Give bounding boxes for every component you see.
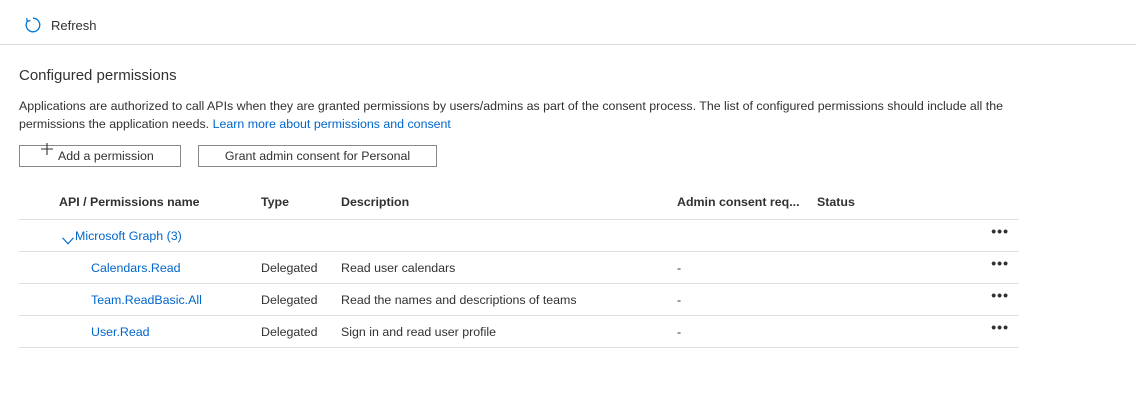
admin-consent-value: - — [677, 293, 682, 307]
refresh-label: Refresh — [51, 17, 97, 33]
column-header-description[interactable]: Description — [341, 195, 409, 209]
table-row: User.Read Delegated Sign in and read use… — [19, 316, 1019, 348]
permission-description: Sign in and read user profile — [341, 325, 496, 339]
permission-description: Read user calendars — [341, 261, 456, 275]
refresh-icon — [24, 16, 42, 34]
permission-name-link[interactable]: User.Read — [91, 325, 150, 339]
table-row: Calendars.Read Delegated Read user calen… — [19, 252, 1019, 284]
refresh-button[interactable]: Refresh — [24, 16, 97, 34]
plus-icon — [40, 142, 54, 159]
section-description: Applications are authorized to call APIs… — [19, 97, 1029, 133]
permission-type: Delegated — [261, 261, 318, 275]
column-header-admin-consent[interactable]: Admin consent req... — [677, 195, 800, 209]
permission-type: Delegated — [261, 293, 318, 307]
more-icon[interactable]: ••• — [991, 319, 1009, 335]
description-text: Applications are authorized to call APIs… — [19, 99, 1003, 131]
permission-type: Delegated — [261, 325, 318, 339]
permission-name-link[interactable]: Calendars.Read — [91, 261, 181, 275]
table-row: Team.ReadBasic.All Delegated Read the na… — [19, 284, 1019, 316]
group-name-link[interactable]: Microsoft Graph (3) — [75, 229, 182, 243]
column-header-status[interactable]: Status — [817, 195, 855, 209]
grant-admin-consent-button[interactable]: Grant admin consent for Personal — [198, 145, 437, 167]
add-permission-button[interactable]: Add a permission — [19, 142, 181, 167]
admin-consent-value: - — [677, 261, 682, 275]
chevron-down-icon[interactable] — [62, 232, 74, 250]
column-header-api-name[interactable]: API / Permissions name — [59, 195, 199, 209]
admin-consent-value: - — [677, 325, 682, 339]
table-header: API / Permissions name Type Description … — [19, 188, 1019, 220]
more-icon[interactable]: ••• — [991, 287, 1009, 303]
more-icon[interactable]: ••• — [991, 223, 1009, 239]
learn-more-link[interactable]: Learn more about permissions and consent — [213, 117, 451, 131]
permission-description: Read the names and descriptions of teams — [341, 293, 577, 307]
section-title: Configured permissions — [19, 67, 177, 84]
group-row-microsoft-graph[interactable]: Microsoft Graph (3) ••• — [19, 220, 1019, 252]
grant-consent-label: Grant admin consent for Personal — [224, 149, 411, 163]
more-icon[interactable]: ••• — [991, 255, 1009, 271]
add-permission-label: Add a permission — [58, 149, 154, 163]
command-bar: Refresh — [0, 0, 1136, 45]
column-header-type[interactable]: Type — [261, 195, 289, 209]
permission-name-link[interactable]: Team.ReadBasic.All — [91, 293, 202, 307]
